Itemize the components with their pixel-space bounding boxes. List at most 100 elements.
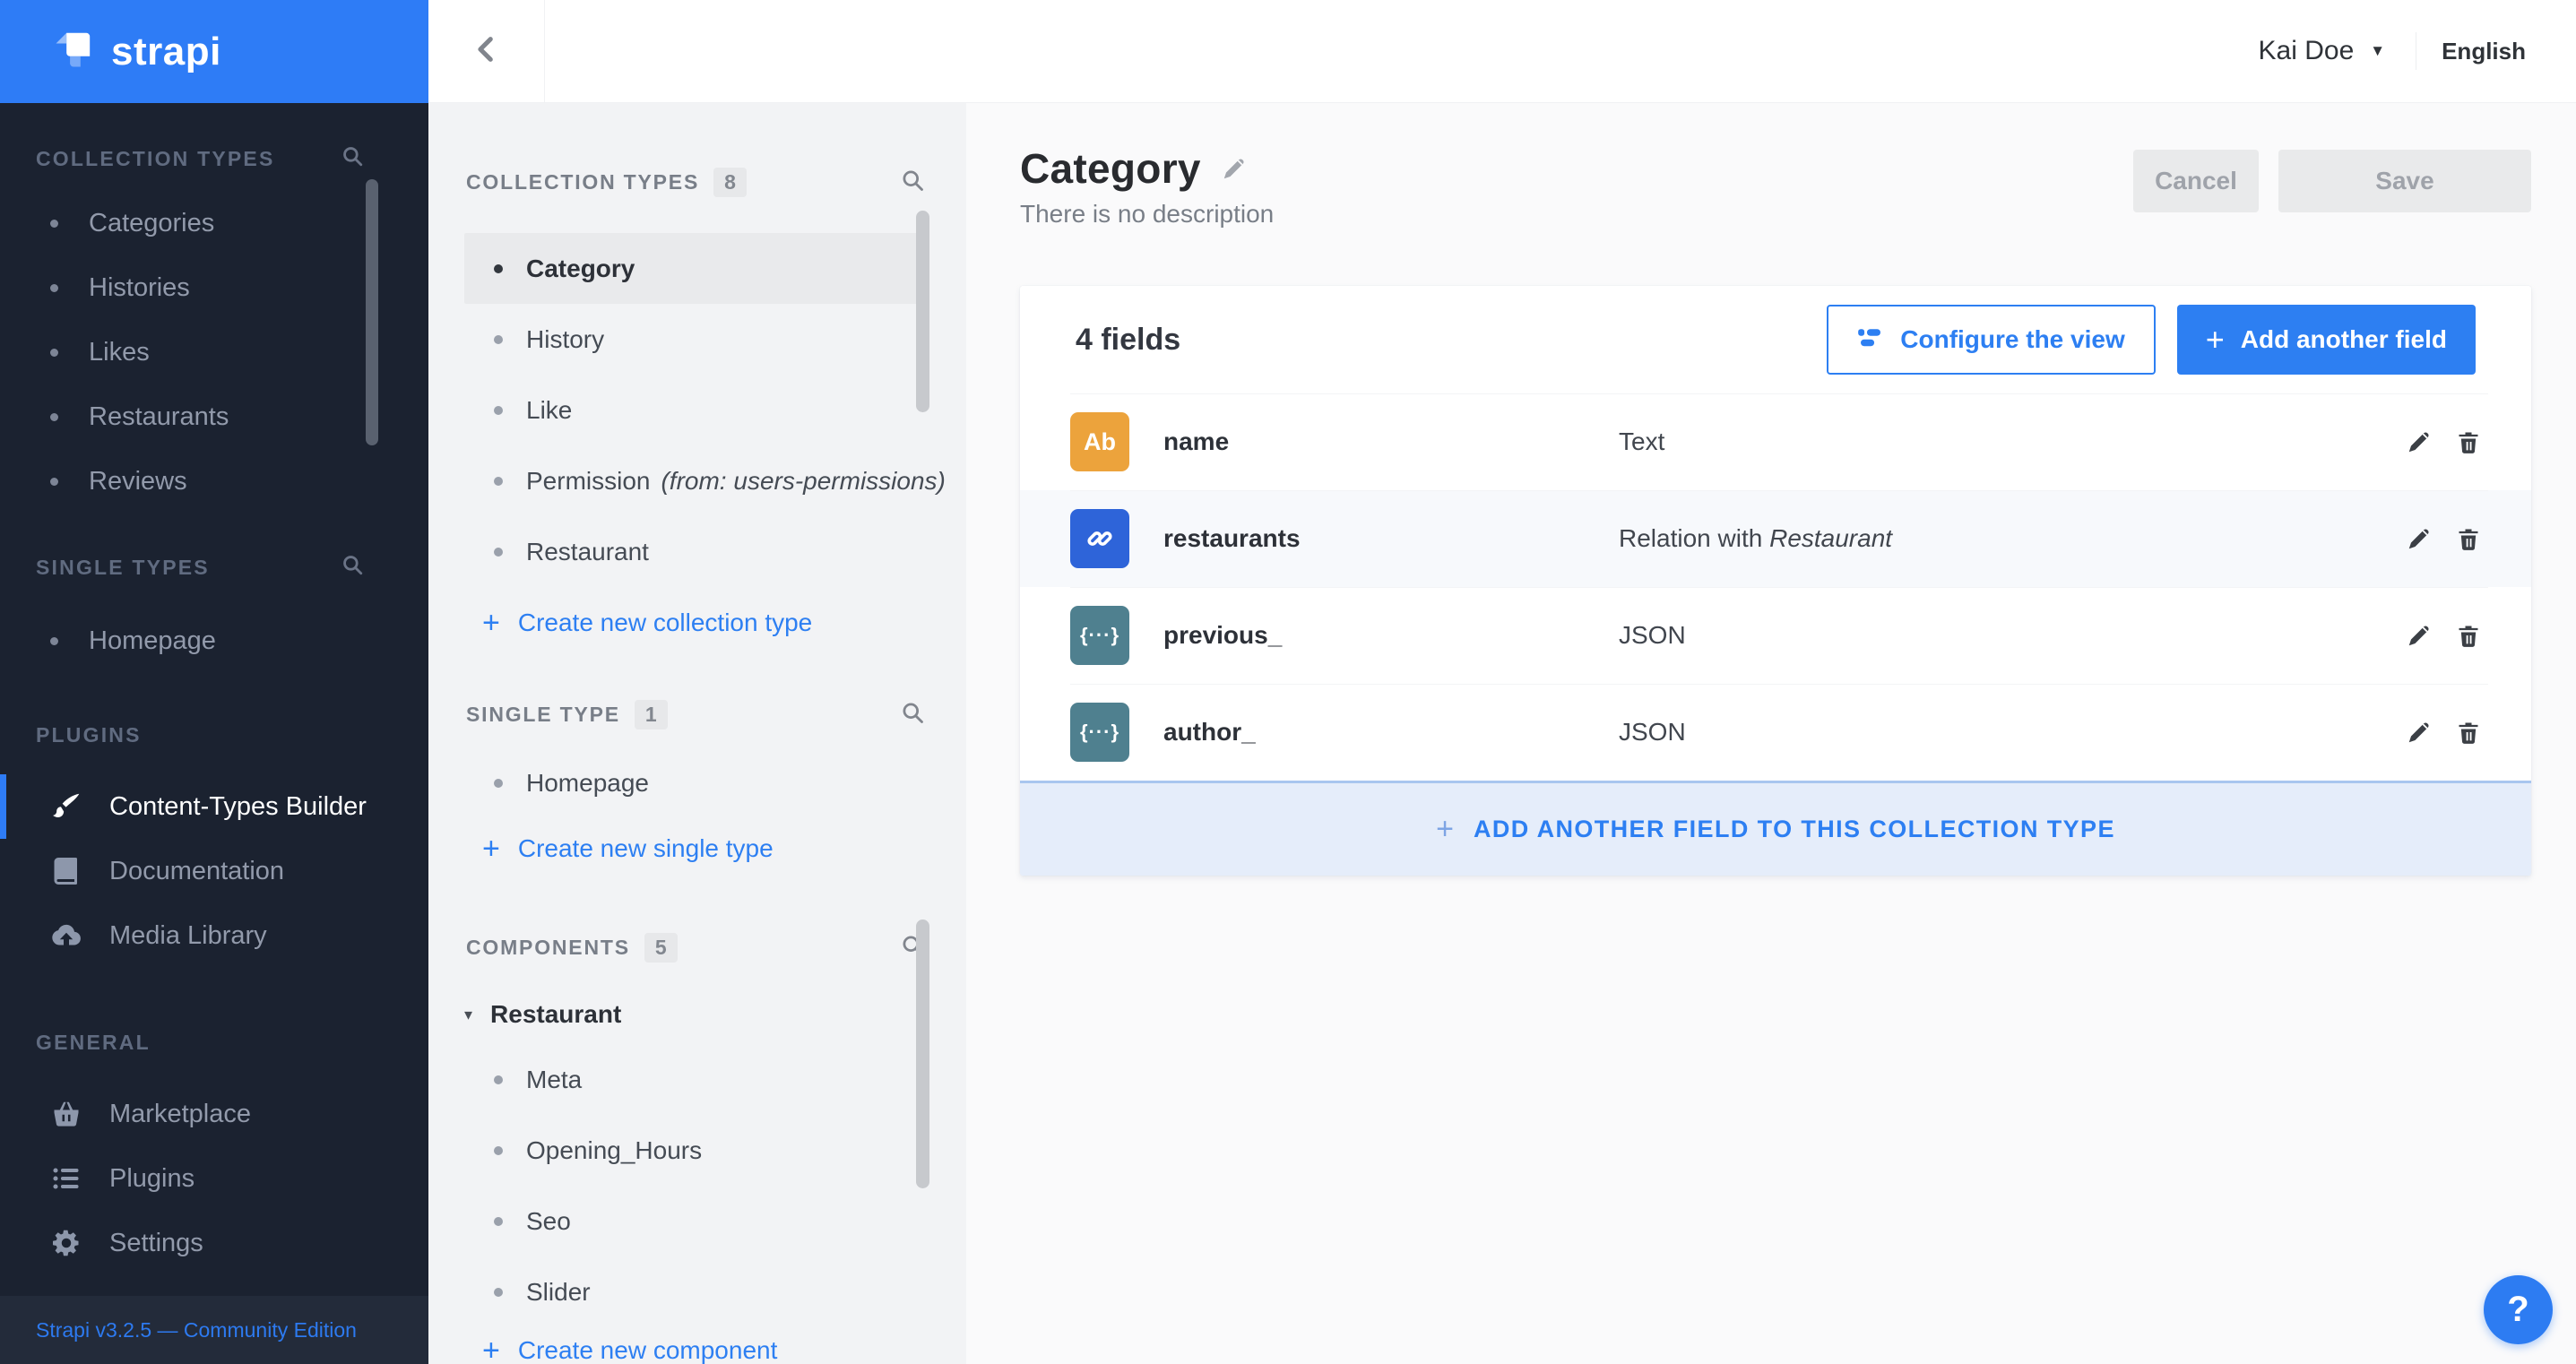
back-button[interactable] [428,0,545,102]
edit-field-icon[interactable] [2406,428,2433,455]
sidebar-item-content-types-builder[interactable]: Content-Types Builder [0,774,428,839]
field-row-name: Ab name Text [1020,393,2531,490]
user-zone: Kai Doe ▼ English [2259,0,2526,102]
builder-sidebar: COLLECTION TYPES 8 Category History Like… [428,103,966,1364]
main-sidebar: strapi COLLECTION TYPES Categories Histo… [0,0,428,1364]
sidebar-item-marketplace[interactable]: Marketplace [0,1082,428,1146]
edit-field-icon[interactable] [2406,719,2433,746]
component-meta[interactable]: Meta [464,1044,918,1115]
version-footer[interactable]: Strapi v3.2.5 — Community Edition [0,1296,428,1364]
bullet-icon [50,219,58,228]
edit-title-icon[interactable] [1221,155,1248,182]
delete-field-icon[interactable] [2456,525,2481,552]
caret-down-icon: ▼ [2370,42,2386,59]
list-icon [50,1162,86,1195]
sidebar-item-media-library[interactable]: Media Library [0,903,428,968]
chevron-left-icon [471,34,502,69]
components-scrollbar[interactable] [916,919,929,1188]
topbar: Kai Doe ▼ English [428,0,2576,103]
create-component-link[interactable]: + Create new component [428,1327,966,1364]
sidebar-item-restaurants[interactable]: Restaurants [0,384,428,449]
search-icon[interactable] [900,168,925,197]
bullet-icon [50,283,58,292]
single-type-header: SINGLE TYPE 1 [466,700,925,729]
collection-types-list: Category History Like Permission (from: u… [428,233,966,587]
plus-icon: + [2205,321,2225,358]
bullet-icon [494,778,503,788]
bullet-icon [494,263,503,273]
delete-field-icon[interactable] [2456,719,2481,746]
user-menu[interactable]: Kai Doe ▼ [2259,36,2386,66]
page-description: There is no description [1020,200,1275,228]
page-title: Category [1020,145,1201,192]
bullet-icon [50,636,58,645]
builder-sidebar-scrollbar[interactable] [916,211,929,412]
nav-collection-list: Categories Histories Likes Restaurants R… [0,191,428,514]
sidebar-item-documentation[interactable]: Documentation [0,839,428,903]
edit-field-icon[interactable] [2406,622,2433,649]
component-opening-hours[interactable]: Opening_Hours [464,1115,918,1186]
plus-icon: + [1436,812,1454,846]
field-row-previous: {···} previous_ JSON [1020,587,2531,684]
json-field-icon: {···} [1070,606,1129,665]
delete-field-icon[interactable] [2456,622,2481,649]
field-name: previous_ [1163,621,1283,649]
sidebar-item-settings[interactable]: Settings [0,1211,428,1275]
delete-field-icon[interactable] [2456,428,2481,455]
sidebar-item-homepage[interactable]: Homepage [0,609,428,673]
add-field-button[interactable]: + Add another field [2176,305,2476,375]
caret-down-icon: ▾ [464,1005,473,1023]
count-badge: 1 [634,700,668,729]
main-content: Category There is no description Cancel … [966,103,2576,1364]
create-single-type-link[interactable]: + Create new single type [428,825,966,872]
strapi-admin-app: strapi COLLECTION TYPES Categories Histo… [0,0,2576,1364]
sidebar-item-plugins[interactable]: Plugins [0,1146,428,1211]
nav-section-plugins: PLUGINS [36,723,142,747]
plus-icon: + [482,605,500,640]
collection-type-restaurant[interactable]: Restaurant [464,516,918,587]
bullet-icon [494,547,503,557]
sidebar-item-histories[interactable]: Histories [0,255,428,320]
component-group-restaurant[interactable]: ▾ Restaurant [428,989,966,1040]
collection-type-like[interactable]: Like [464,375,918,445]
nav-section-single-types: SINGLE TYPES [36,553,364,582]
plus-icon: + [482,831,500,866]
create-collection-type-link[interactable]: + Create new collection type [428,600,966,646]
search-icon[interactable] [341,553,364,582]
configure-view-button[interactable]: Configure the view [1827,305,2156,375]
component-seo[interactable]: Seo [464,1186,918,1256]
cloud-upload-icon [50,919,86,952]
sidebar-item-likes[interactable]: Likes [0,320,428,384]
search-icon[interactable] [341,144,364,173]
help-button[interactable]: ? [2484,1275,2553,1344]
relation-field-icon [1070,509,1129,568]
sidebar-item-categories[interactable]: Categories [0,191,428,255]
sidebar-scrollbar[interactable] [366,179,378,445]
sidebar-item-reviews[interactable]: Reviews [0,449,428,514]
field-type: Text [1619,427,1665,455]
edit-field-icon[interactable] [2406,525,2433,552]
search-icon[interactable] [900,700,925,729]
plus-icon: + [482,1333,500,1364]
component-slider[interactable]: Slider [464,1256,918,1327]
gear-icon [50,1227,86,1259]
bullet-icon [494,405,503,415]
field-row-author: {···} author_ JSON [1020,684,2531,781]
collection-type-category[interactable]: Category [464,233,918,304]
cancel-button[interactable]: Cancel [2133,150,2259,212]
single-type-homepage[interactable]: Homepage [464,747,918,818]
book-icon [50,855,86,887]
json-field-icon: {···} [1070,703,1129,762]
save-button[interactable]: Save [2278,150,2531,212]
bullet-icon [494,476,503,486]
field-type: JSON [1619,621,1686,649]
add-field-footer-button[interactable]: + ADD ANOTHER FIELD TO THIS COLLECTION T… [1020,781,2531,876]
nav-section-general: GENERAL [36,1031,151,1054]
collection-type-permission[interactable]: Permission (from: users-permissions) [464,445,946,516]
components-header: COMPONENTS 5 [466,933,925,963]
field-row-restaurants: restaurants Relation with Restaurant [1020,490,2531,587]
language-selector[interactable]: English [2442,38,2526,65]
collection-type-history[interactable]: History [464,304,918,375]
logo-bar[interactable]: strapi [0,0,428,103]
bullet-icon [494,334,503,344]
